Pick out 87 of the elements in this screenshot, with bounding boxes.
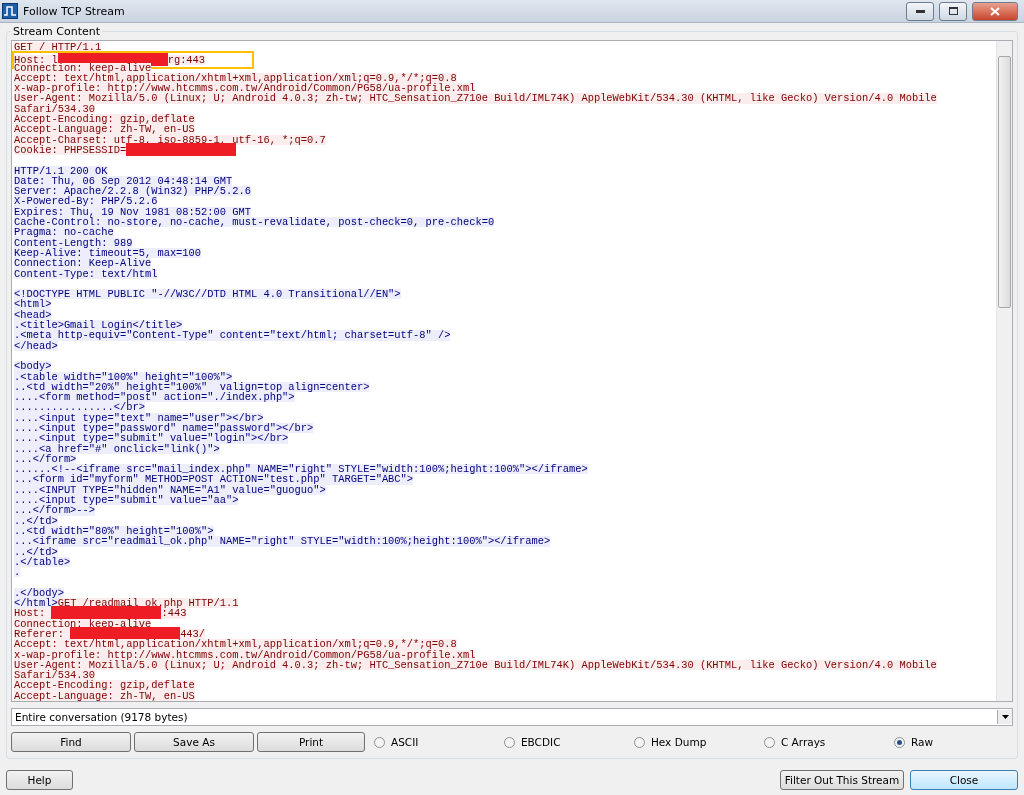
stream-text: .<meta http-equiv="Content-Type" content="text/html; charset=utf-8" /> bbox=[14, 330, 451, 341]
stream-text: Content-Length: 989 bbox=[14, 237, 133, 248]
stream-text: ..</td> bbox=[14, 546, 58, 557]
group-label: Stream Content bbox=[12, 25, 102, 38]
action-button[interactable]: Find bbox=[11, 732, 131, 752]
format-radio[interactable]: C Arrays bbox=[763, 736, 894, 748]
stream-text: Accept: text/html,application/xhtml+xml,application/xml;q=0.9,*/*;q=0.8 bbox=[14, 639, 457, 650]
stream-text: .</body> bbox=[14, 587, 64, 599]
stream-text: HTTP/1.1 200 OK bbox=[14, 165, 108, 176]
close-button[interactable] bbox=[972, 1, 1018, 21]
stream-text: Accept-Language: zh-TW, en-US bbox=[14, 690, 195, 701]
caret-icon bbox=[1001, 715, 1009, 719]
stream-text: ...<form id="myform" METHOD=POST ACTION="test.php" TARGET="ABC"> bbox=[14, 474, 414, 485]
stream-text: Accept-Encoding: gzip,deflate bbox=[14, 680, 195, 691]
format-radio[interactable]: Hex Dump bbox=[633, 736, 764, 748]
stream-text: :443 bbox=[161, 608, 187, 619]
action-button[interactable]: Print bbox=[257, 732, 365, 752]
stream-text: Connection: Keep-Alive bbox=[14, 258, 152, 269]
stream-text: Content-Type: text/html bbox=[14, 268, 158, 279]
stream-text: ..</td> bbox=[14, 515, 58, 526]
stream-text: Accept-Encoding: gzip,deflate bbox=[14, 114, 195, 125]
stream-text: Date: Thu, 06 Sep 2012 04:48:14 GMT bbox=[14, 175, 233, 187]
stream-text: .</table> bbox=[14, 556, 71, 568]
stream-text: <html> bbox=[14, 299, 52, 310]
close-dialog-button[interactable]: Close bbox=[910, 770, 1018, 790]
stream-text: </html> bbox=[14, 598, 58, 609]
stream-text: ................</br> bbox=[14, 402, 145, 413]
stream-text: User-Agent: Mozilla/5.0 (Linux; U; Android 4.0.3; zh-tw; HTC_Sensation_Z710e Build/IML74K) AppleWebKit/534.30 (KHTML, like Gecko) Version/4.0 Mobile bbox=[14, 93, 937, 104]
filter-out-button[interactable]: Filter Out This Stream bbox=[780, 770, 904, 790]
stream-text: ....<form method="post" action="./index.php"> bbox=[14, 392, 295, 403]
stream-text: ..<td width="80%" height="100%"> bbox=[14, 525, 214, 537]
stream-content-area[interactable] bbox=[11, 40, 1013, 702]
window-title: Follow TCP Stream bbox=[23, 4, 126, 18]
close-icon bbox=[990, 6, 1000, 16]
stream-text: Connection: keep-alive bbox=[14, 618, 152, 629]
stream-text: ....<input type="submit" value="login"></br> bbox=[14, 433, 289, 444]
stream-text: .<table width="100%" height="100%"> bbox=[14, 371, 233, 382]
stream-text: Safari/534.30 bbox=[14, 670, 96, 681]
stream-text: <!DOCTYPE HTML PUBLIC "-//W3C//DTD HTML 4.0 Transitional//EN"> bbox=[14, 289, 401, 300]
stream-text: x-wap-profile: http://www.htcmms.com.tw/Android/Common/PG58/ua-profile.xml bbox=[14, 83, 476, 94]
stream-text: Host: bbox=[14, 608, 52, 619]
scroll-thumb[interactable] bbox=[998, 56, 1011, 308]
stream-text: Expires: Thu, 19 Nov 1981 08:52:00 GMT bbox=[14, 206, 251, 218]
stream-text: . bbox=[14, 567, 21, 578]
stream-text: ....<input type="submit" value="aa"> bbox=[14, 495, 239, 506]
minimize-icon bbox=[915, 9, 925, 13]
help-button[interactable]: Help bbox=[6, 770, 73, 790]
stream-text: X-Powered-By: PHP/5.2.6 bbox=[14, 196, 158, 207]
stream-text: ....<INPUT TYPE="hidden" NAME="A1" value="guoguo"> bbox=[14, 484, 326, 496]
stream-text: x-wap-profile: http://www.htcmms.com.tw/Android/Common/PG58/ua-profile.xml bbox=[14, 649, 476, 660]
app-icon bbox=[2, 3, 18, 19]
stream-text: rg:443 bbox=[167, 54, 206, 66]
stream-text: Accept: text/html,application/xhtml+xml,application/xml;q=0.9,*/*;q=0.8 bbox=[14, 72, 457, 84]
stream-text: ...<iframe src="readmail_ok.php" NAME="right" STYLE="width:100%;height:100%"></iframe> bbox=[14, 536, 551, 547]
stream-text: GET / HTTP/1.1 bbox=[14, 42, 102, 53]
stream-text: Accept-Charset: utf-8, iso-8859-1, utf-16, *;q=0.7 bbox=[14, 134, 326, 145]
stream-text: ...</form> bbox=[14, 453, 77, 465]
stream-text: ....<input type="password" name="password"></br> bbox=[14, 423, 314, 434]
stream-text: ..<td width="20%" height="100%" valign=top align=center> bbox=[14, 381, 370, 393]
stream-text: </head> bbox=[14, 340, 58, 351]
stream-text: Pragma: no-cache bbox=[14, 227, 114, 238]
stream-text: <body> bbox=[14, 361, 52, 372]
stream-text: Safari/534.30 bbox=[14, 103, 96, 115]
format-radio[interactable]: Raw bbox=[893, 736, 933, 748]
minimize-button[interactable] bbox=[906, 1, 934, 21]
format-radio[interactable]: EBCDIC bbox=[503, 736, 634, 748]
stream-text: ......<!--<iframe src="mail_index.php" NAME="right" STYLE="width:100%;height:100%"></iframe> bbox=[14, 464, 588, 475]
stream-text: ...</form>--> bbox=[14, 505, 96, 516]
stream-text: 443/ bbox=[180, 628, 206, 640]
stream-text: User-Agent: Mozilla/5.0 (Linux; U; Android 4.0.3; zh-tw; HTC_Sensation_Z710e Build/IML74K) AppleWebKit/534.30 (KHTML, like Gecko) Version/4.0 Mobile bbox=[14, 659, 937, 671]
stream-text: .<title>Gmail Login</title> bbox=[14, 320, 183, 331]
stream-text: Cookie: PHPSESSID= bbox=[14, 144, 127, 156]
stream-text: Referer: bbox=[14, 628, 71, 640]
maximize-button[interactable] bbox=[939, 1, 967, 21]
stream-text: ....<input type="text" name="user"></br> bbox=[14, 412, 264, 423]
stream-text: ....<a href="#" onclick="link()"> bbox=[14, 443, 220, 454]
stream-text: Accept-Language: zh-TW, en-US bbox=[14, 124, 195, 135]
stream-text: Server: Apache/2.2.8 (Win32) PHP/5.2.6 bbox=[14, 186, 251, 197]
action-button[interactable]: Save As bbox=[134, 732, 254, 752]
conversation-dropdown[interactable]: Entire conversation (9178 bytes) bbox=[11, 708, 1013, 726]
format-radio[interactable]: ASCII bbox=[374, 736, 504, 748]
stream-text: Keep-Alive: timeout=5, max=100 bbox=[14, 247, 202, 259]
stream-text: Cache-Control: no-store, no-cache, must-revalidate, post-check=0, pre-check=0 bbox=[14, 217, 495, 228]
maximize-icon bbox=[948, 7, 958, 15]
stream-text: Connection: keep-alive bbox=[14, 62, 152, 73]
scrollbar[interactable] bbox=[996, 41, 1012, 701]
stream-text: <head> bbox=[14, 309, 52, 320]
